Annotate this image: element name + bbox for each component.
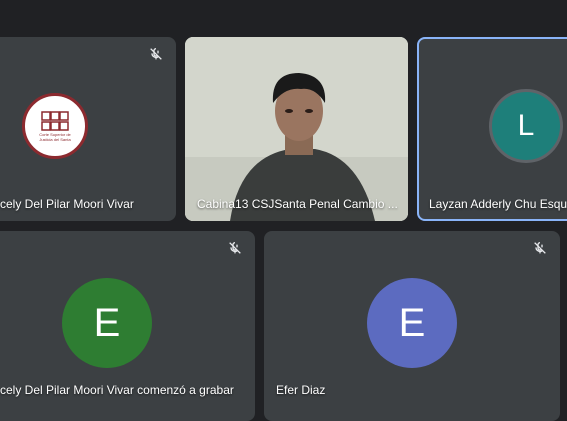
participant-tile-1[interactable]: Corte Superior de Justicia del Santa cel… [0,37,176,221]
avatar: L [489,89,563,163]
participant-name: Cabina13 CSJSanta Penal Cambio ... [197,197,398,211]
mic-off-icon [534,242,546,254]
mic-off-icon [150,48,162,60]
participant-tile-4[interactable]: E cely Del Pilar Moori Vivar comenzó a g… [0,231,255,421]
participant-name: cely Del Pilar Moori Vivar [0,197,134,211]
logo-caption: Corte Superior de Justicia del Santa [39,132,71,142]
avatar: E [62,278,152,368]
avatar: E [367,278,457,368]
avatar-letter: L [517,109,535,142]
participant-tile-2[interactable]: Cabina13 CSJSanta Penal Cambio ... [185,37,408,221]
participant-name: Layzan Adderly Chu Esque [429,197,567,211]
person-video-image [185,37,408,221]
participant-name: Efer Diaz [276,383,326,397]
institution-logo: Corte Superior de Justicia del Santa [22,93,88,159]
participant-tile-3[interactable]: L Layzan Adderly Chu Esque [417,37,567,221]
recording-notice: cely Del Pilar Moori Vivar comenzó a gra… [0,383,234,397]
court-seal-icon [41,111,69,131]
avatar-letter: E [93,300,121,345]
mic-off-icon [229,242,241,254]
video-feed [185,37,408,221]
avatar-letter: E [398,300,426,345]
participant-tile-5[interactable]: E Efer Diaz [264,231,560,421]
